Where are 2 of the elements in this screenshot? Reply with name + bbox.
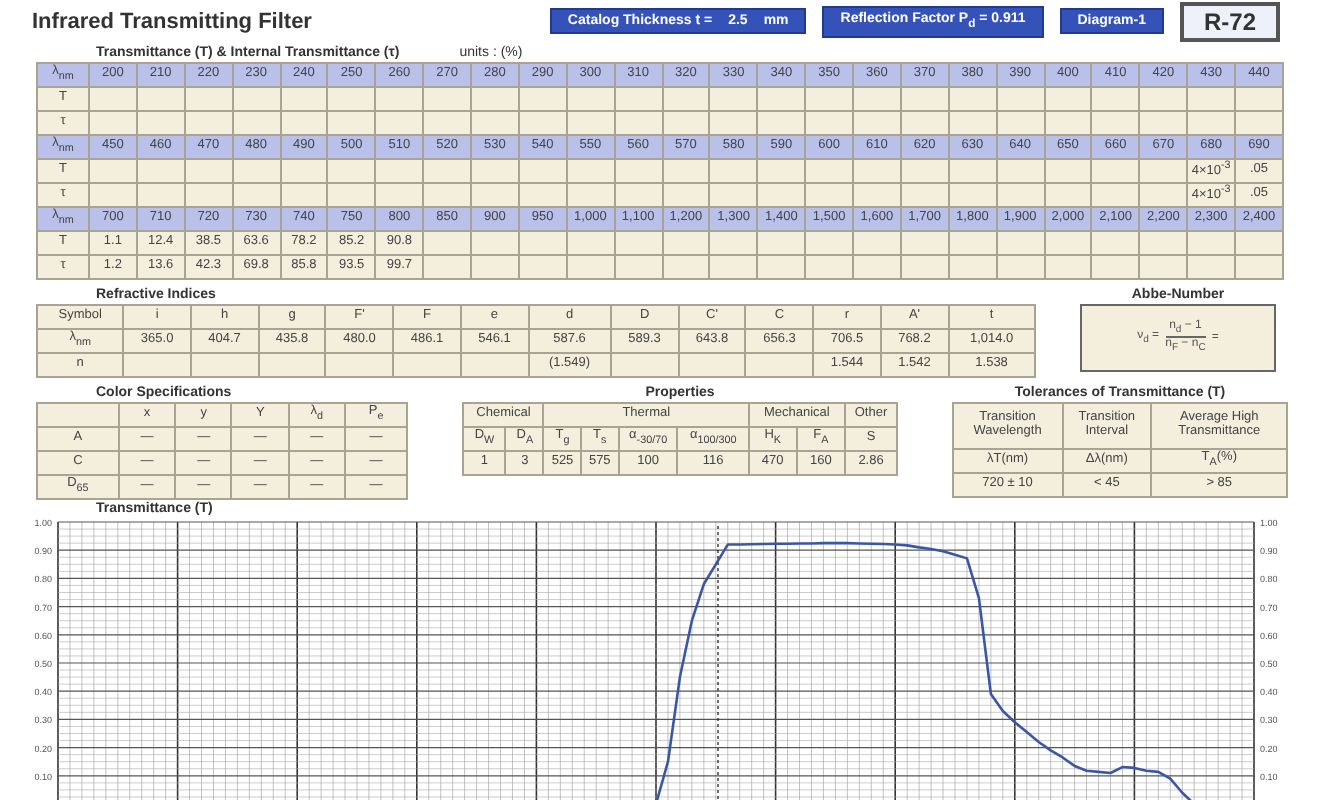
filter-code: R-72 xyxy=(1179,1,1280,42)
page-title: Infrared Transmitting Filter xyxy=(32,9,314,34)
